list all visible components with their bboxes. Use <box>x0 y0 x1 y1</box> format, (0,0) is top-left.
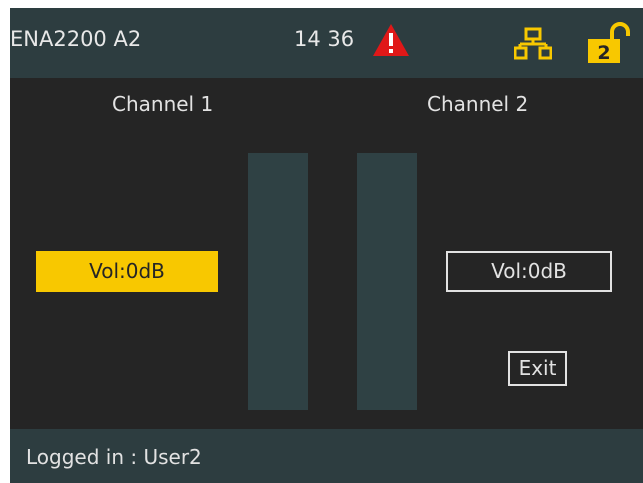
network-icon <box>514 27 552 60</box>
status-bar: Logged in : User2 <box>10 429 643 483</box>
channel-1-level-meter <box>248 153 308 410</box>
login-status: Logged in : User2 <box>26 445 202 469</box>
device-name: ENA2200 A2 <box>10 27 142 51</box>
exit-button[interactable]: Exit <box>508 351 567 386</box>
header-bar: ENA2200 A2 14 36 2 <box>10 8 643 78</box>
clock: 14 36 <box>294 27 355 51</box>
channel-1-volume-button[interactable]: Vol:0dB <box>36 251 218 292</box>
channel-2-level-meter <box>357 153 417 410</box>
device-screen: ENA2200 A2 14 36 2 Channel 1 Channel 2 V… <box>10 8 643 483</box>
channel-2-label: Channel 2 <box>427 92 529 116</box>
lock-level: 2 <box>597 42 610 64</box>
channel-2-volume-button[interactable]: Vol:0dB <box>446 251 612 292</box>
warning-triangle-icon[interactable] <box>371 22 411 58</box>
unlock-icon[interactable]: 2 <box>586 22 632 64</box>
channel-1-label: Channel 1 <box>112 92 214 116</box>
